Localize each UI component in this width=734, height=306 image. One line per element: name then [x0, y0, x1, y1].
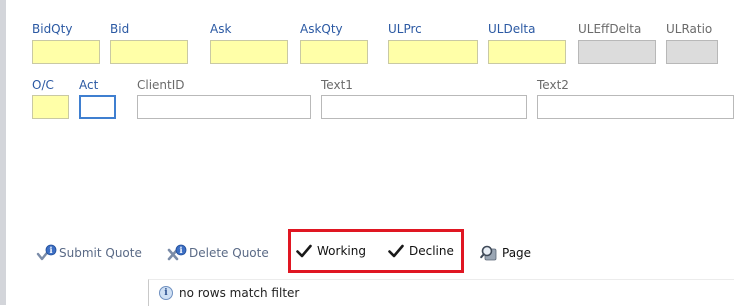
bid-input[interactable] [110, 40, 188, 64]
working-button[interactable]: Working [296, 244, 366, 258]
working-label: Working [317, 244, 366, 258]
clientid-input[interactable] [137, 95, 311, 119]
uldelta-input[interactable] [488, 40, 566, 64]
bidqty-input[interactable] [32, 40, 100, 64]
submit-quote-icon: i [36, 244, 58, 262]
decline-label: Decline [409, 244, 454, 258]
ulratio-input [666, 40, 718, 64]
label-bid: Bid [110, 22, 130, 36]
delete-quote-button[interactable]: i Delete Quote [166, 244, 269, 262]
page-search-icon [480, 244, 498, 262]
label-uldelta: ULDelta [488, 22, 536, 36]
page-button[interactable]: Page [480, 244, 531, 262]
uleffdelta-input [578, 40, 656, 64]
svg-text:i: i [49, 245, 52, 255]
decline-button[interactable]: Decline [388, 244, 454, 258]
status-bar: i no rows match filter [148, 279, 734, 306]
delete-quote-icon: i [166, 244, 188, 262]
submit-quote-label: Submit Quote [59, 246, 142, 260]
text2-input[interactable] [537, 95, 734, 119]
label-askqty: AskQty [300, 22, 343, 36]
info-icon: i [159, 286, 173, 300]
label-oc: O/C [32, 78, 54, 92]
askqty-input[interactable] [300, 40, 368, 64]
checkmark-icon [296, 244, 312, 258]
label-ulratio: ULRatio [666, 22, 713, 36]
label-ulprc: ULPrc [388, 22, 422, 36]
label-act: Act [79, 78, 99, 92]
left-gutter [0, 0, 6, 305]
label-ask: Ask [210, 22, 232, 36]
label-text2: Text2 [537, 78, 569, 92]
status-message: no rows match filter [179, 286, 300, 300]
submit-quote-button[interactable]: i Submit Quote [36, 244, 142, 262]
label-uleffdelta: ULEffDelta [578, 22, 642, 36]
delete-quote-label: Delete Quote [189, 246, 269, 260]
oc-input[interactable] [32, 95, 69, 119]
text1-input[interactable] [321, 95, 527, 119]
svg-text:i: i [179, 245, 182, 255]
ulprc-input[interactable] [388, 40, 478, 64]
label-text1: Text1 [321, 78, 353, 92]
label-bidqty: BidQty [32, 22, 73, 36]
label-clientid: ClientID [137, 78, 185, 92]
ask-input[interactable] [210, 40, 288, 64]
act-input[interactable] [79, 95, 116, 119]
checkmark-icon [388, 244, 404, 258]
page-label: Page [502, 246, 532, 260]
